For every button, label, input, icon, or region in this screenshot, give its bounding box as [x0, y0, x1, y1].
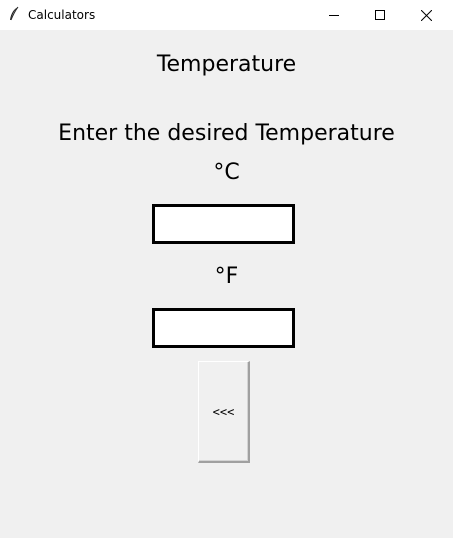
maximize-icon: [375, 10, 385, 20]
window-title: Calculators: [28, 8, 96, 22]
close-icon: [420, 9, 432, 21]
minimize-icon: [329, 10, 339, 20]
maximize-button[interactable]: [357, 0, 403, 30]
title-bar[interactable]: Calculators: [0, 0, 453, 30]
celsius-input[interactable]: [152, 204, 295, 244]
back-button[interactable]: <<<: [198, 361, 250, 463]
instruction-text: Enter the desired Temperature: [58, 121, 395, 146]
feather-icon: [8, 6, 20, 22]
celsius-label: °C: [213, 160, 240, 185]
page-title: Temperature: [156, 52, 297, 77]
minimize-button[interactable]: [311, 0, 357, 30]
main-content: Temperature Enter the desired Temperatur…: [0, 30, 453, 538]
fahrenheit-input[interactable]: [152, 308, 295, 348]
app-window: Calculators Temperature Enter the desire…: [0, 0, 453, 538]
fahrenheit-label: °F: [214, 264, 239, 289]
close-button[interactable]: [403, 0, 449, 30]
